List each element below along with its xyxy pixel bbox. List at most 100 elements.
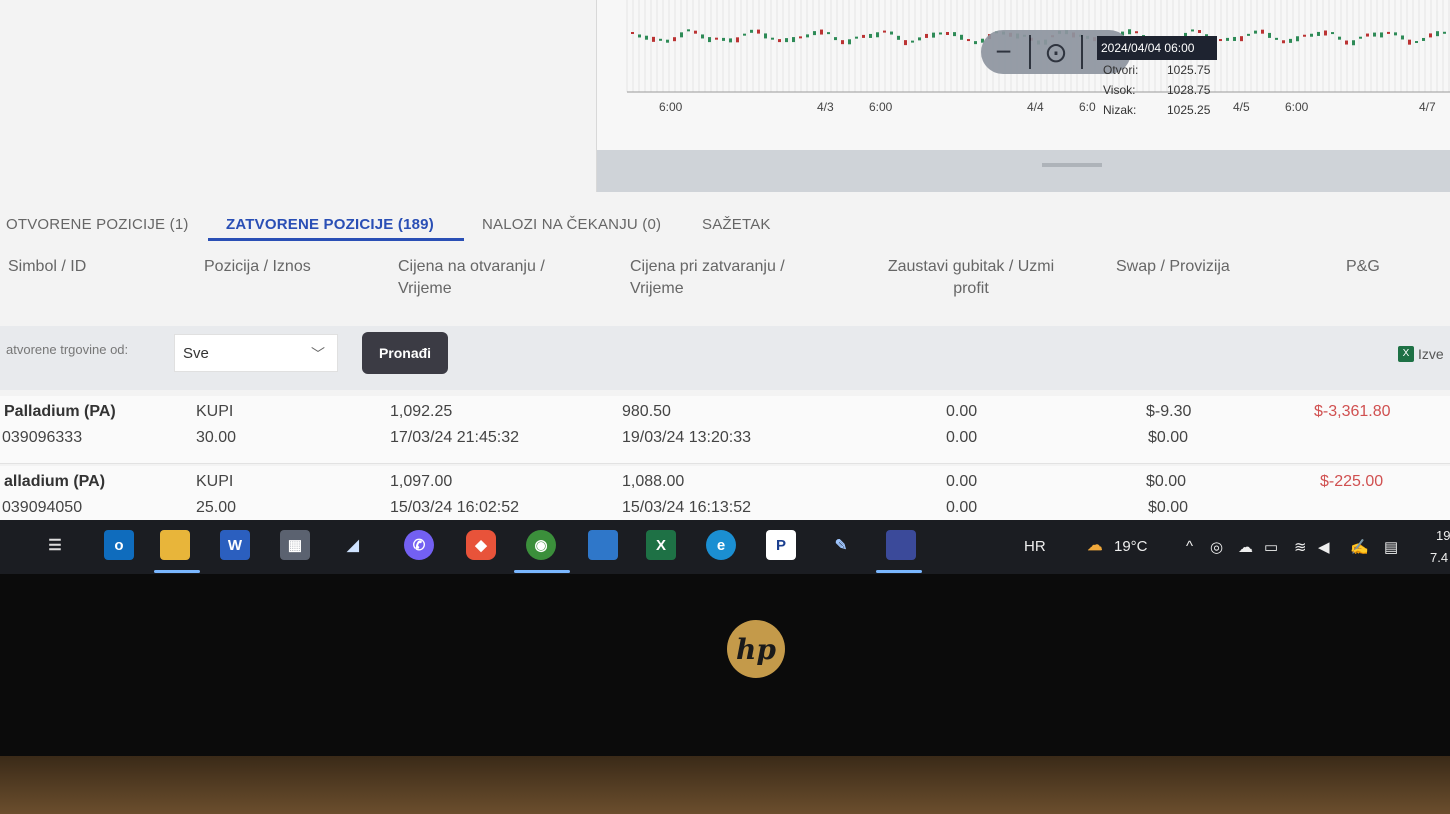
column-header-label: Vrijeme xyxy=(630,280,684,297)
wifi-icon[interactable]: ≋ xyxy=(1294,538,1307,556)
candle xyxy=(1324,30,1327,36)
trading-app-icon[interactable] xyxy=(886,530,916,560)
zoom-out-icon[interactable]: − xyxy=(984,32,1024,72)
x-tick-label: 6:0 xyxy=(1079,100,1096,114)
price-chart[interactable] xyxy=(597,0,1450,150)
open-time: 15/03/24 16:02:52 xyxy=(390,499,520,516)
battery-icon[interactable]: ▭ xyxy=(1264,538,1278,556)
candle xyxy=(960,34,963,40)
candle xyxy=(1135,31,1138,34)
candle xyxy=(1310,33,1313,37)
position-id: 039094050 xyxy=(2,499,83,516)
candle xyxy=(1359,36,1362,39)
paypal-icon[interactable]: P xyxy=(766,530,796,560)
price-chart-panel[interactable]: 6:00 4/3 6:00 4/4 6:0 4/5 6:00 4/7 − ⊙ +… xyxy=(596,0,1450,192)
tab-summary[interactable]: SAŽETAK xyxy=(702,216,771,233)
candle xyxy=(799,36,802,39)
candle xyxy=(883,30,886,33)
column-header-close-price[interactable]: Cijena pri zatvaranju / Vrijeme xyxy=(630,256,785,300)
filter-bar: atvorene trgovine od: Sve ﹀ Pronađi X Iz… xyxy=(0,326,1450,390)
candle xyxy=(764,33,767,39)
chevron-up-icon[interactable]: ^ xyxy=(1186,538,1193,555)
edge-icon[interactable]: e xyxy=(706,530,736,560)
candle xyxy=(1408,39,1411,45)
table-row[interactable]: Palladium (PA) 039096333 KUPI 30.00 1,09… xyxy=(0,396,1450,464)
candle xyxy=(645,35,648,40)
open-price: 1,092.25 xyxy=(390,403,453,420)
column-header-swap[interactable]: Swap / Provizija xyxy=(1116,256,1230,278)
chrome-icon[interactable]: ◉ xyxy=(526,530,556,560)
column-header-label: Simbol / ID xyxy=(8,258,87,275)
word-icon[interactable]: W xyxy=(220,530,250,560)
screen: 6:00 4/3 6:00 4/4 6:0 4/5 6:00 4/7 − ⊙ +… xyxy=(0,0,1450,574)
find-button[interactable]: Pronađi xyxy=(362,332,448,374)
column-header-open-price[interactable]: Cijena na otvaranju / Vrijeme xyxy=(398,256,545,300)
excel-icon[interactable]: X xyxy=(646,530,676,560)
excel-icon[interactable]: X xyxy=(1398,346,1414,362)
candle xyxy=(1128,29,1131,35)
meet-now-icon[interactable]: ◎ xyxy=(1210,538,1223,556)
active-app-indicator xyxy=(154,570,200,573)
input-language[interactable]: HR xyxy=(1024,538,1046,555)
clock-time[interactable]: 19 xyxy=(1436,528,1450,543)
column-header-label: P&G xyxy=(1346,258,1380,275)
keyboard-icon[interactable]: ▤ xyxy=(1384,538,1398,556)
tab-pending-orders[interactable]: NALOZI NA ČEKANJU (0) xyxy=(482,216,661,233)
candle xyxy=(715,37,718,40)
commission: $0.00 xyxy=(1148,429,1189,446)
column-header-symbol[interactable]: Simbol / ID xyxy=(8,256,86,278)
file-explorer-icon[interactable] xyxy=(160,530,190,560)
weather-icon[interactable]: ☁ xyxy=(1080,530,1110,560)
symbol-name: Palladium (PA) xyxy=(4,403,116,420)
candle xyxy=(680,32,683,38)
x-tick-label: 4/4 xyxy=(1027,100,1044,114)
x-tick-label: 4/5 xyxy=(1233,100,1250,114)
tooltip-row: Nizak: 1025.25 xyxy=(1097,100,1217,120)
outlook-icon[interactable]: o xyxy=(104,530,134,560)
tab-closed-positions[interactable]: ZATVORENE POZICIJE (189) xyxy=(226,216,434,233)
tooltip-row: Otvori: 1025.75 xyxy=(1097,60,1217,80)
position-side: KUPI xyxy=(196,473,234,490)
volume-icon[interactable]: ◀ xyxy=(1318,538,1330,556)
column-header-pnl[interactable]: P&G xyxy=(1346,256,1380,278)
candle xyxy=(904,40,907,46)
candle xyxy=(687,29,690,32)
candle xyxy=(631,32,634,34)
brave-icon[interactable]: ◆ xyxy=(466,530,496,560)
tooltip-datetime: 2024/04/04 06:00 xyxy=(1097,36,1217,60)
candle xyxy=(841,40,844,45)
candle xyxy=(673,37,676,42)
tooltip-value: 1028.75 xyxy=(1167,83,1211,97)
candle xyxy=(1415,41,1418,44)
chart-resize-bar[interactable] xyxy=(597,150,1450,192)
candle xyxy=(1366,33,1369,37)
closed-trades-period-select[interactable]: Sve ﹀ xyxy=(174,334,338,372)
x-tick-label: 6:00 xyxy=(869,100,893,114)
position-side: KUPI xyxy=(196,403,234,420)
task-view-icon[interactable]: ☰ xyxy=(40,530,70,560)
app-icon[interactable] xyxy=(588,530,618,560)
export-label[interactable]: Izve xyxy=(1418,346,1444,362)
viber-icon[interactable]: ✆ xyxy=(404,530,434,560)
column-header-position[interactable]: Pozicija / Iznos xyxy=(204,256,311,278)
position-amount: 25.00 xyxy=(196,499,237,516)
weather-temperature[interactable]: 19°C xyxy=(1114,538,1148,555)
close-time: 19/03/24 13:20:33 xyxy=(622,429,752,446)
candle xyxy=(1289,38,1292,43)
paint-icon[interactable]: ✎ xyxy=(826,530,856,560)
tab-open-positions[interactable]: OTVORENE POZICIJE (1) xyxy=(6,216,189,233)
column-header-stop-loss[interactable]: Zaustavi gubitak / Uzmi profit xyxy=(878,256,1064,300)
candle xyxy=(1331,32,1334,35)
candle xyxy=(925,33,928,38)
candle xyxy=(694,30,697,34)
clock-date[interactable]: 7.4 xyxy=(1430,550,1448,565)
pen-icon[interactable]: ✍ xyxy=(1350,538,1369,556)
candle xyxy=(1422,37,1425,41)
x-tick-label: 4/7 xyxy=(1419,100,1436,114)
candle xyxy=(652,36,655,42)
calculator-icon[interactable]: ▦ xyxy=(280,530,310,560)
scanner-icon[interactable]: ◢ xyxy=(338,530,368,560)
zoom-reset-icon[interactable]: ⊙ xyxy=(1036,32,1076,72)
onedrive-icon[interactable]: ☁ xyxy=(1238,538,1253,556)
resize-handle-icon[interactable] xyxy=(1042,163,1102,167)
